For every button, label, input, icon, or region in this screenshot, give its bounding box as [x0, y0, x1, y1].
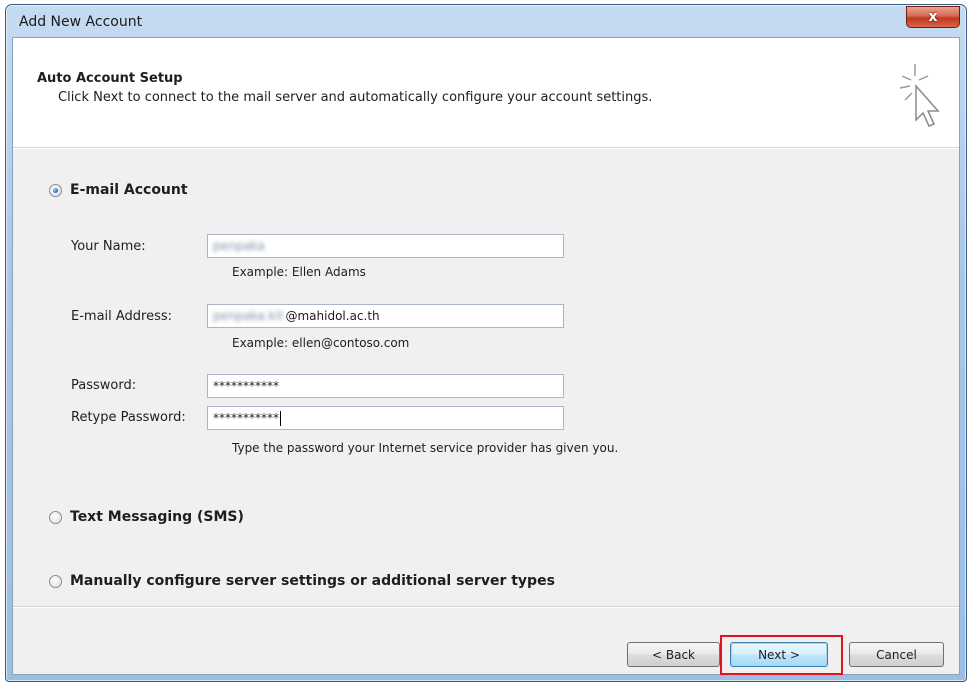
manual-config-radio[interactable] [49, 574, 62, 588]
dialog-client-area: Auto Account Setup Click Next to connect… [12, 37, 960, 675]
next-button[interactable]: Next > [730, 642, 828, 667]
sms-radio[interactable] [49, 510, 62, 524]
sms-label: Text Messaging (SMS) [70, 509, 244, 525]
email-address-example: Example: ellen@contoso.com [232, 336, 410, 350]
header-title: Auto Account Setup [37, 71, 183, 86]
your-name-label: Your Name: [71, 239, 146, 254]
your-name-example: Example: Ellen Adams [232, 265, 366, 279]
your-name-value: penpaka [213, 239, 265, 253]
password-label: Password: [71, 378, 137, 393]
cursor-sparkle-icon [899, 64, 940, 127]
text-caret [280, 410, 281, 426]
header-subtitle: Click Next to connect to the mail server… [58, 90, 653, 105]
back-button[interactable]: < Back [627, 642, 720, 667]
retype-password-label: Retype Password: [71, 410, 186, 425]
title-bar[interactable]: Add New Account x [6, 5, 966, 37]
email-account-label: E-mail Account [70, 182, 188, 198]
password-input[interactable]: *********** [207, 374, 564, 398]
email-account-option[interactable]: E-mail Account [49, 182, 188, 198]
your-name-input[interactable]: penpaka [207, 234, 564, 258]
password-hint: Type the password your Internet service … [232, 441, 619, 455]
email-address-domain: @mahidol.ac.th [285, 309, 380, 323]
cancel-button[interactable]: Cancel [849, 642, 944, 667]
email-address-label: E-mail Address: [71, 309, 173, 324]
password-value: *********** [213, 379, 279, 393]
manual-config-option[interactable]: Manually configure server settings or ad… [49, 573, 555, 589]
email-address-obscured: penpaka.kit [213, 309, 284, 323]
header-divider [13, 148, 959, 149]
window-title: Add New Account [19, 14, 143, 30]
sms-option[interactable]: Text Messaging (SMS) [49, 509, 244, 525]
close-button[interactable]: x [906, 6, 960, 28]
retype-password-value: *********** [213, 411, 279, 425]
email-address-input[interactable]: penpaka.kit @mahidol.ac.th [207, 304, 564, 328]
manual-config-label: Manually configure server settings or ad… [70, 573, 555, 589]
footer-divider-highlight [13, 607, 959, 608]
email-account-radio[interactable] [49, 183, 62, 197]
retype-password-input[interactable]: *********** [207, 406, 564, 430]
close-icon: x [928, 9, 938, 25]
header-panel: Auto Account Setup Click Next to connect… [13, 38, 959, 148]
dialog-window: Add New Account x Auto Account Setup Cli… [5, 4, 967, 682]
